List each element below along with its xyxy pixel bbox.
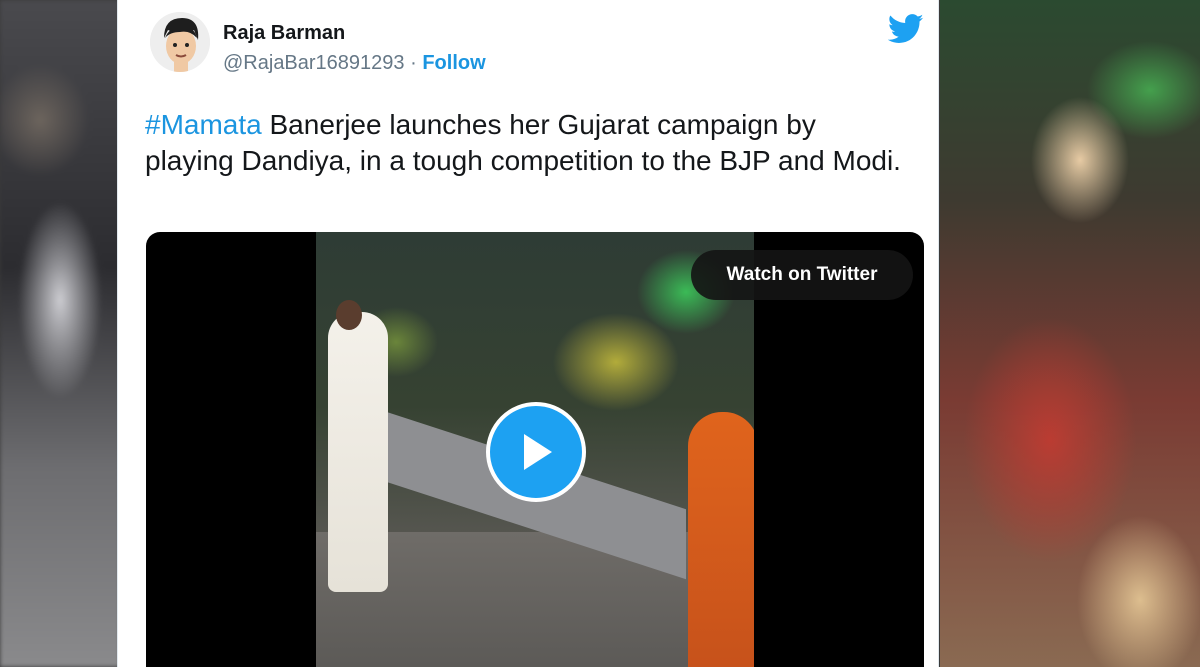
watch-on-twitter-button[interactable]: Watch on Twitter <box>691 250 913 300</box>
tweet-card: Raja Barman @RajaBar16891293 · Follow #M… <box>117 0 939 667</box>
hashtag-link[interactable]: #Mamata <box>145 109 262 140</box>
author-meta: @RajaBar16891293 · Follow <box>223 52 486 75</box>
video-person-white <box>328 312 388 592</box>
tweet-text: #Mamata Banerjee launches her Gujarat ca… <box>145 107 905 179</box>
author-handle[interactable]: @RajaBar16891293 <box>223 52 405 74</box>
follow-link[interactable]: Follow <box>422 52 485 74</box>
separator-dot: · <box>410 52 417 74</box>
twitter-bird-icon[interactable] <box>888 14 924 44</box>
play-button[interactable] <box>486 402 586 502</box>
avatar-illustration <box>150 12 210 72</box>
video-person-head <box>336 300 362 330</box>
background-blur-left <box>0 0 120 667</box>
background-blur-right <box>940 0 1200 667</box>
author-name[interactable]: Raja Barman <box>223 22 345 45</box>
play-icon <box>524 434 552 470</box>
video-person-orange <box>688 412 754 667</box>
video-player[interactable]: Watch on Twitter <box>146 232 924 667</box>
avatar[interactable] <box>150 12 210 72</box>
